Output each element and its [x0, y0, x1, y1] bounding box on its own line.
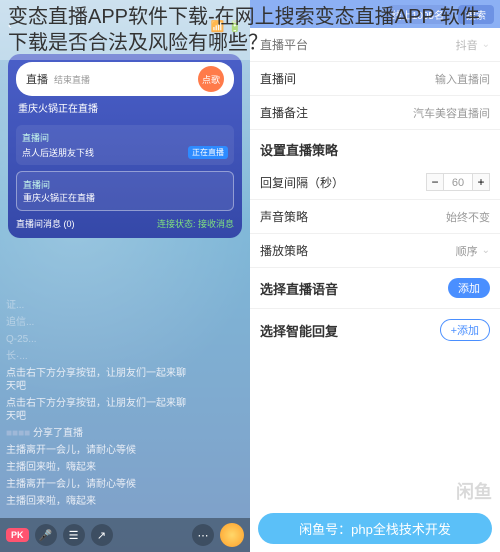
- remark-value: 汽车美容直播间: [413, 105, 490, 121]
- chat-line: 追信...: [6, 316, 190, 329]
- chat-line: 点击右下方分享按钮，让朋友们一起来聊天吧: [6, 397, 190, 423]
- phone-bottom-bar: PK 🎤 ☰ ↗ ⋯: [0, 518, 250, 552]
- voice-label: 声音策略: [260, 208, 320, 225]
- live-room-row-1[interactable]: 直播间 点人后送朋友下线 正在直播: [16, 125, 234, 165]
- live-row-sub: 点人后送朋友下线: [22, 146, 94, 159]
- room-row[interactable]: 直播间 输入直播间: [250, 62, 500, 96]
- room-input[interactable]: 输入直播间: [435, 71, 490, 87]
- add-voice-button[interactable]: 添加: [448, 278, 490, 298]
- live-card-footer: 直播间消息 (0) 连接状态: 接收消息: [16, 217, 234, 230]
- end-live-link[interactable]: 结束直播: [54, 73, 90, 86]
- more-icon[interactable]: ⋯: [192, 524, 214, 546]
- chat-line: 主播回来啦，嗨起来: [6, 461, 190, 474]
- chevron-down-icon: ⌄: [482, 245, 490, 256]
- choose-ai-row: 选择智能回复 +添加: [250, 308, 500, 351]
- interval-stepper[interactable]: − 60 +: [426, 173, 490, 191]
- chat-line: 长·...: [6, 350, 190, 363]
- page-title: 变态直播APP软件下载-在网上搜索变态直播APP 软件下载是否合法及风险有哪些？: [0, 0, 500, 60]
- live-card-header: 直播 结束直播 点歌: [16, 62, 234, 96]
- chat-line: Q-25...: [6, 333, 190, 346]
- remark-label: 直播备注: [260, 104, 320, 121]
- chat-line: 点击右下方分享按钮，让朋友们一起来聊天吧: [6, 367, 190, 393]
- live-title: 重庆火锅正在直播: [16, 96, 234, 119]
- gift-icon[interactable]: [220, 523, 244, 547]
- choose-voice-row: 选择直播语音 添加: [250, 268, 500, 308]
- phone-left-screenshot: ‹ 📶 🔋 直播 结束直播 点歌 重庆火锅正在直播 直播间 点人后送朋友下线 正…: [0, 0, 250, 552]
- voice-value: 始终不变: [446, 209, 490, 225]
- play-value: 顺序: [456, 243, 478, 259]
- live-row-label: 直播间: [22, 131, 228, 144]
- interval-row: 回复间隔（秒） − 60 +: [250, 165, 500, 200]
- play-strategy-row[interactable]: 播放策略 顺序 ⌄: [250, 234, 500, 268]
- watermark: 闲鱼: [456, 478, 492, 504]
- stepper-plus[interactable]: +: [472, 173, 490, 191]
- live-badge: 正在直播: [188, 146, 228, 159]
- play-label: 播放策略: [260, 242, 320, 259]
- live-card: 直播 结束直播 点歌 重庆火锅正在直播 直播间 点人后送朋友下线 正在直播 直播…: [8, 54, 242, 238]
- voice-strategy-row[interactable]: 声音策略 始终不变: [250, 200, 500, 234]
- live-status: 连接状态: 接收消息: [157, 217, 234, 230]
- chat-area: 证... 追信... Q-25... 长·... 点击右下方分享按钮，让朋友们一起来聊天…: [6, 295, 190, 512]
- song-request-badge[interactable]: 点歌: [198, 66, 224, 92]
- add-ai-button[interactable]: +添加: [440, 319, 490, 341]
- mic-icon[interactable]: 🎤: [35, 524, 57, 546]
- live-row-label: 直播间: [23, 178, 227, 191]
- chat-line: 主播回来啦，嗨起来: [6, 495, 190, 508]
- choose-ai-label: 选择智能回复: [260, 321, 338, 340]
- share-icon[interactable]: ↗: [91, 524, 113, 546]
- strategy-title: 设置直播策略: [250, 130, 500, 165]
- live-row-sub: 重庆火锅正在直播: [23, 191, 227, 204]
- chat-line: 主播离开一会儿，请耐心等候: [6, 478, 190, 491]
- remark-row[interactable]: 直播备注 汽车美容直播间: [250, 96, 500, 130]
- config-panel: 线上1005名 搜索 直播平台 抖音⌄ 直播间 输入直播间 直播备注 汽车美容直…: [250, 0, 500, 552]
- live-room-row-2[interactable]: 直播间 重庆火锅正在直播: [16, 171, 234, 211]
- live-msg-count: 直播间消息 (0): [16, 217, 75, 230]
- live-tab[interactable]: 直播: [26, 71, 48, 87]
- interval-value: 60: [444, 173, 472, 191]
- pk-badge[interactable]: PK: [6, 528, 29, 542]
- choose-voice-label: 选择直播语音: [260, 279, 338, 298]
- menu-icon[interactable]: ☰: [63, 524, 85, 546]
- contact-banner[interactable]: 闲鱼号：php全栈技术开发: [258, 513, 492, 544]
- interval-label: 回复间隔（秒）: [260, 174, 350, 191]
- room-label: 直播间: [260, 70, 320, 87]
- chat-line: 主播离开一会儿，请耐心等候: [6, 444, 190, 457]
- chat-line: 证...: [6, 299, 190, 312]
- chat-line: ■■■■ 分享了直播: [6, 427, 190, 440]
- stepper-minus[interactable]: −: [426, 173, 444, 191]
